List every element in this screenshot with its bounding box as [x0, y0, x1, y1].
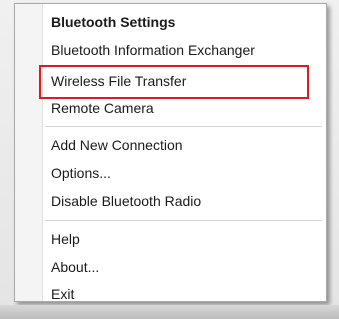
- menu-item-exit[interactable]: Exit: [51, 283, 74, 305]
- bluetooth-context-menu: Bluetooth Settings Bluetooth Information…: [14, 3, 327, 302]
- menu-item-bluetooth-settings[interactable]: Bluetooth Settings: [51, 11, 175, 33]
- menu-item-bluetooth-information-exchanger[interactable]: Bluetooth Information Exchanger: [51, 39, 255, 61]
- menu-item-remote-camera[interactable]: Remote Camera: [51, 97, 154, 119]
- menu-item-help[interactable]: Help: [51, 228, 80, 250]
- menu-item-about[interactable]: About...: [51, 256, 99, 278]
- menu-separator: [45, 220, 322, 221]
- menu-separator: [45, 126, 322, 127]
- menu-item-disable-bluetooth-radio[interactable]: Disable Bluetooth Radio: [51, 190, 201, 212]
- menu-item-add-new-connection[interactable]: Add New Connection: [51, 134, 183, 156]
- highlight-annotation-box: [39, 65, 309, 99]
- taskbar-edge: [0, 305, 339, 319]
- menu-icon-gutter: [15, 4, 43, 301]
- menu-item-options[interactable]: Options...: [51, 162, 111, 184]
